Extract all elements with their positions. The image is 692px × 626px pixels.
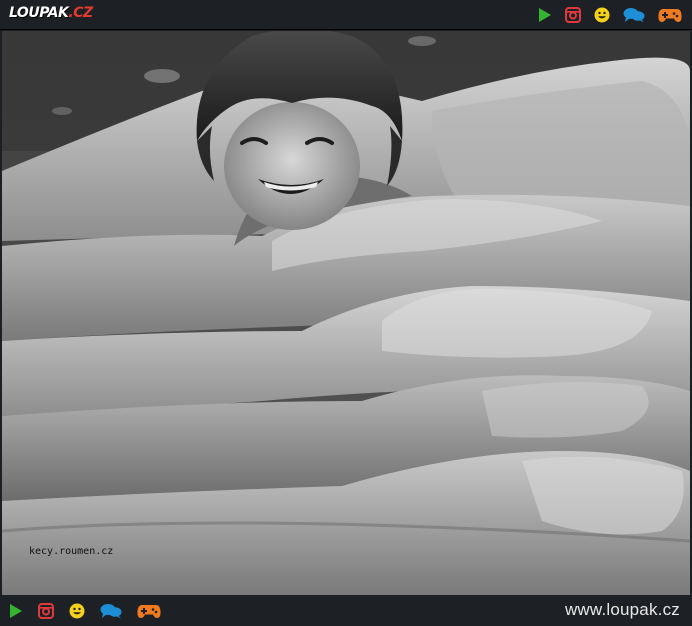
gamepad-icon[interactable] [137,603,161,619]
logo-text: LOUPAK [9,5,69,21]
top-bar: LOUPAK. CZ [0,0,692,30]
site-logo[interactable]: LOUPAK. CZ [9,5,93,25]
photo-illustration: kecy.roumen.cz [2,31,690,595]
logo-tld: CZ [73,5,93,21]
instagram-icon[interactable] [38,603,54,619]
instagram-icon[interactable] [565,7,581,23]
photo-watermark: kecy.roumen.cz [29,546,113,557]
gamepad-icon[interactable] [658,7,682,23]
bottom-bar: www.loupak.cz [0,596,692,626]
chat-icon[interactable] [623,7,645,23]
smiley-icon[interactable] [69,603,85,619]
play-icon[interactable] [538,8,552,22]
play-icon[interactable] [9,604,23,618]
main-photo: kecy.roumen.cz [2,31,690,595]
smiley-icon[interactable] [594,7,610,23]
top-icon-bar [538,0,682,30]
chat-icon[interactable] [100,603,122,619]
site-url[interactable]: www.loupak.cz [565,600,680,620]
bottom-icon-bar [9,596,161,626]
